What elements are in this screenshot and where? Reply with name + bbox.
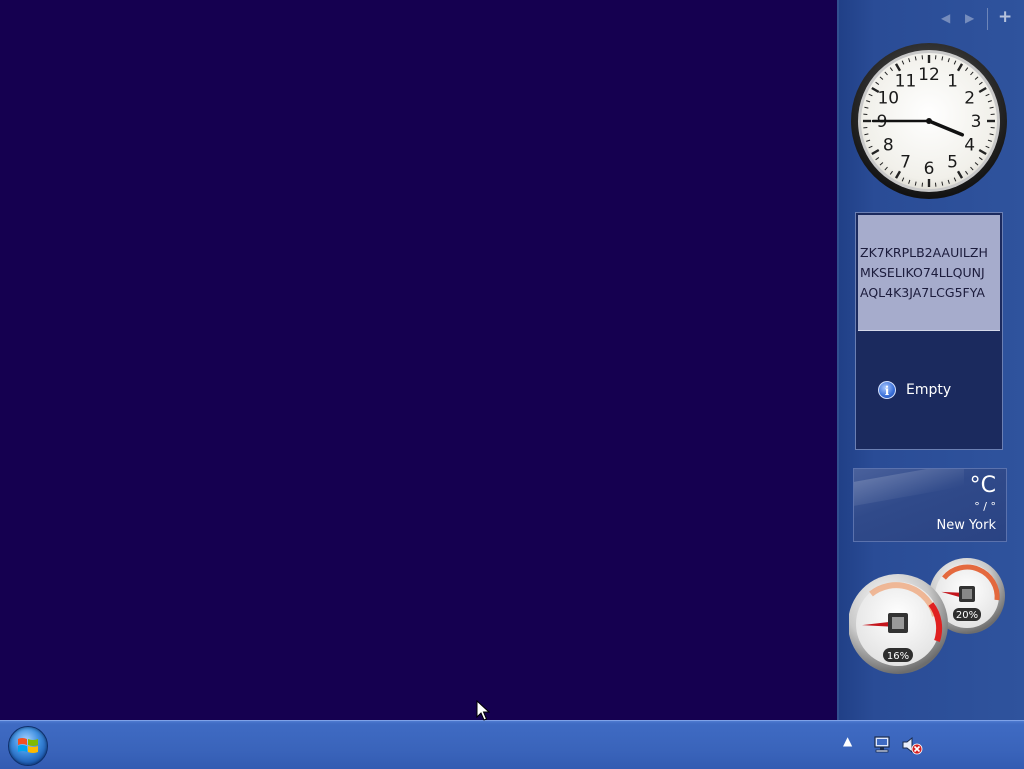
notes-gadget[interactable]: ZK7KRPLB2AAUILZH MKSELIKO74LLQUNJ AQL4K3… — [855, 212, 1003, 450]
notes-text[interactable]: ZK7KRPLB2AAUILZH MKSELIKO74LLQUNJ AQL4K3… — [858, 215, 1000, 331]
memory-percent-label: 20% — [956, 610, 978, 621]
clock-number: 6 — [924, 159, 935, 179]
chevron-right-icon[interactable]: ▶ — [965, 11, 974, 25]
notes-status: i Empty — [878, 381, 951, 399]
sidebar-divider — [987, 8, 988, 30]
weather-city: New York — [936, 518, 996, 533]
cpu-gauge: 16% — [849, 574, 948, 674]
clock-number: 1 — [947, 71, 958, 91]
clock-number: 4 — [964, 136, 975, 156]
clock-number: 7 — [900, 153, 911, 173]
clock-gadget[interactable]: 121234567891011 — [850, 42, 1008, 200]
clock-number: 5 — [947, 153, 958, 173]
clock-number: 12 — [918, 65, 940, 85]
cpu-meter-gadget[interactable]: 20% 16% — [849, 556, 1009, 676]
gadget-sidebar: ◀ ▶ + 121234567891011 ZK7KRPLB2AAUILZH M… — [837, 0, 1024, 720]
weather-gadget[interactable]: °C ° / ° New York — [853, 468, 1007, 542]
weather-sheen — [853, 468, 964, 508]
start-button[interactable] — [8, 726, 48, 766]
mouse-cursor-icon — [476, 700, 490, 722]
network-icon[interactable] — [872, 735, 892, 755]
clock-number: 11 — [895, 71, 917, 91]
windows-logo-icon — [16, 734, 40, 758]
add-gadget-button[interactable]: + — [998, 7, 1012, 27]
clock-number: 3 — [971, 112, 982, 132]
cpu-percent-label: 16% — [887, 651, 909, 662]
volume-muted-icon[interactable] — [901, 735, 923, 755]
weather-range: ° / ° — [974, 500, 996, 513]
clock-number: 10 — [877, 89, 899, 109]
info-icon: i — [878, 381, 896, 399]
notes-status-label: Empty — [906, 382, 951, 398]
weather-temperature: °C — [970, 473, 996, 498]
clock-number: 2 — [964, 89, 975, 109]
show-hidden-icons-icon[interactable]: ▲ — [843, 734, 852, 748]
chevron-left-icon[interactable]: ◀ — [941, 11, 950, 25]
clock-number: 8 — [883, 136, 894, 156]
taskbar: ▲ — [0, 720, 1024, 769]
desktop-background[interactable] — [0, 0, 837, 720]
